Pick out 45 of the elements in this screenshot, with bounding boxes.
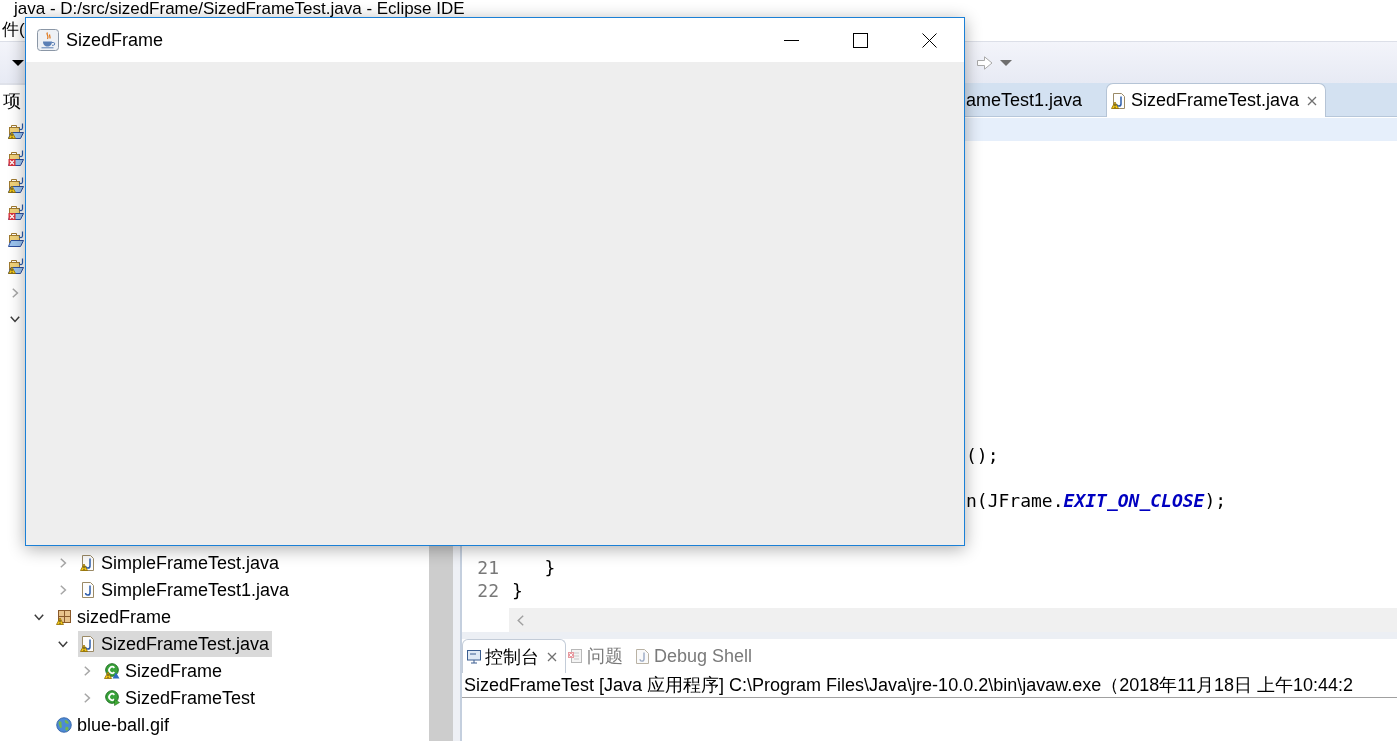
maximize-icon: [853, 32, 868, 48]
code-line: n(JFrame.EXIT_ON_CLOSE);: [966, 489, 1227, 512]
tree-item[interactable]: blue-ball.gif: [54, 712, 173, 738]
chevron-down-icon[interactable]: [58, 640, 68, 648]
monitor-icon: [467, 649, 481, 664]
scrollbar[interactable]: [509, 608, 1397, 632]
chevron-left-icon[interactable]: [517, 614, 524, 626]
tree-item[interactable]: SimpleFrameTest1.java: [78, 577, 293, 603]
menu-item[interactable]: 件(: [0, 17, 25, 41]
chevron-right-icon[interactable]: [59, 558, 67, 568]
view-tab[interactable]: Debug Shell: [634, 639, 764, 673]
scrollbar[interactable]: [429, 546, 453, 741]
sash[interactable]: [453, 546, 462, 741]
coffee-cup-icon: [37, 29, 59, 51]
editor-tab[interactable]: SizedFrameTest.java: [1106, 83, 1327, 117]
line-number: 22: [477, 579, 499, 601]
console-output: SizedFrameTest [Java 应用程序] C:\Program Files\Java\jre-10.0.2\bin\javaw.exe（2018年11月18日 上午10:44:2: [464, 674, 1354, 697]
window-title: java - D:/src/sizedFrame/SizedFrameTest.java - Eclipse IDE: [14, 0, 465, 18]
chevron-right-icon[interactable]: [59, 585, 67, 595]
chevron-right-icon[interactable]: [83, 666, 91, 676]
chevron-right-icon[interactable]: [83, 693, 91, 703]
tree-item[interactable]: SimpleFrameTest.java: [78, 550, 283, 576]
dropdown-icon[interactable]: [12, 59, 24, 66]
window-title: SizedFrame: [66, 29, 164, 51]
code-line: }: [543, 557, 556, 580]
tree-item[interactable]: SizedFrame: [102, 658, 226, 684]
tree-item[interactable]: SizedFrameTest.java: [78, 631, 273, 657]
code-line: }: [512, 579, 523, 602]
chevron-down-icon[interactable]: [10, 316, 20, 323]
view-tab[interactable]: 控制台: [462, 639, 566, 673]
line-number: 21: [477, 557, 499, 578]
tree-item[interactable]: SizedFrameTest: [102, 685, 259, 711]
view-tab[interactable]: 项: [3, 89, 21, 113]
chevron-down-icon[interactable]: [34, 613, 44, 621]
error-list-icon: [568, 649, 582, 663]
editor-tab[interactable]: ameTest1.java: [965, 84, 1107, 116]
close-icon[interactable]: [1307, 95, 1318, 106]
close-icon[interactable]: [547, 651, 557, 662]
tree-item[interactable]: sizedFrame: [54, 604, 175, 630]
close-icon: [922, 32, 937, 48]
minimize-icon: [784, 39, 799, 41]
code-line: ();: [966, 444, 999, 467]
view-tab[interactable]: 问题: [566, 639, 634, 673]
chevron-right-icon[interactable]: [11, 287, 19, 298]
java-file-icon: [636, 648, 649, 664]
